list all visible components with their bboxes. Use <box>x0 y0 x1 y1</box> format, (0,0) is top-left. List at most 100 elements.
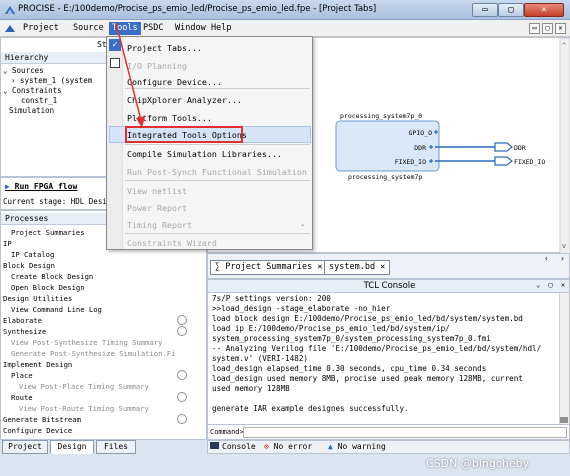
console-line: used memory 128MB <box>212 384 290 393</box>
window-title: PROCISE - E:/100demo/Procise_ps_emio_led… <box>18 4 377 14</box>
command-input[interactable] <box>243 427 567 438</box>
process-item[interactable]: Open Block Design <box>11 282 85 293</box>
process-list: Project Summaries IP IP Catalog Block Desig… <box>1 227 206 439</box>
port-label-ddr: DDR <box>514 144 526 152</box>
console-line: 7s/P settings version: 200 <box>212 294 331 303</box>
status-circle-icon <box>177 370 187 380</box>
console-scrollbar[interactable] <box>559 293 569 424</box>
minimize-button[interactable]: ▭ <box>472 3 498 17</box>
console-line: load_design elapsed_time 0.30 seconds, c… <box>212 364 487 373</box>
tab-no-error[interactable]: ⊗ No error <box>264 441 312 453</box>
status-circle-icon <box>177 414 187 424</box>
pin-label-ddr: DDR <box>414 144 426 152</box>
menu-item[interactable]: Power Report <box>127 199 187 217</box>
menu-item[interactable]: View netlist <box>127 182 187 200</box>
pin-label-fixed-io: FIXED_IO <box>395 158 426 166</box>
menu-window[interactable]: Window <box>172 22 209 35</box>
process-item[interactable]: Generate Post-Synthesize Simulation.Fi <box>11 348 175 359</box>
console-header: TCL Console ⌄ ▢ ✕ <box>207 279 570 293</box>
command-label: Command> <box>210 428 244 436</box>
watermark: CSDN @bingcheby <box>426 457 530 470</box>
process-item[interactable]: View Command Line Log <box>11 304 102 315</box>
annotation-arrow <box>115 22 145 128</box>
console-scroll-thumb[interactable] <box>560 417 568 423</box>
app-menu-icon[interactable] <box>4 23 16 34</box>
process-item[interactable]: Place <box>11 370 33 381</box>
scroll-down-icon[interactable]: v <box>562 242 566 250</box>
chevron-right-icon: › <box>11 76 21 85</box>
process-item[interactable]: Configure Device <box>3 425 72 436</box>
tcl-console-output[interactable]: 7s/P settings version: 200 >>load_design … <box>207 293 570 424</box>
console-line: >>load_design -stage_elaborate -no_hier <box>212 304 391 313</box>
tab-no-warning[interactable]: ▲ No warning <box>328 441 386 453</box>
process-item[interactable]: View Post-Place Timing Summary <box>19 381 149 392</box>
tab-console[interactable]: Console <box>210 441 256 453</box>
close-tab-icon[interactable]: ✕ <box>312 262 322 272</box>
footer-area: CSDN @bingcheby <box>0 454 570 476</box>
port-ddr-shape[interactable] <box>494 142 513 152</box>
process-item[interactable]: Design Utilities <box>3 293 72 304</box>
console-line: system.v' (VERI-1482) <box>212 354 309 363</box>
process-item[interactable]: Create Block Design <box>11 271 93 282</box>
port-label-fixed-io: FIXED_IO <box>514 158 545 166</box>
console-window-controls[interactable]: ⌄ ▢ ✕ <box>536 281 567 289</box>
console-lines: 7s/P settings version: 200 >>load_design … <box>208 293 558 424</box>
console-line: -- Analyzing Verilog file 'E:/100demo/Pr… <box>212 344 542 353</box>
process-item[interactable]: Project Summaries <box>11 227 85 238</box>
mdi-restore-button[interactable]: ▢ <box>542 23 553 34</box>
tree-item-system[interactable]: › system_1 (system <box>11 76 92 86</box>
tab-design[interactable]: Design <box>50 440 94 454</box>
left-tab-bar: Project Design Files <box>0 440 207 454</box>
menu-item[interactable]: Constraints Wizard <box>127 234 217 252</box>
process-item[interactable]: Route <box>11 392 33 403</box>
tree-item-simulation[interactable]: Simulation <box>9 106 54 116</box>
tab-files[interactable]: Files <box>96 440 136 454</box>
console-line: load block design E:/100demo/Procise_ps_… <box>212 314 523 323</box>
menu-item[interactable]: Timing Report <box>127 216 192 234</box>
menu-help[interactable]: Help <box>208 22 234 35</box>
process-item[interactable]: Elaborate <box>3 315 42 326</box>
port-fixed-io-shape[interactable] <box>494 156 513 166</box>
mdi-minimize-button[interactable]: ▭ <box>529 23 540 34</box>
command-row: Command> <box>207 424 570 440</box>
process-item[interactable]: Block Design <box>3 260 55 271</box>
console-line: load ip E:/100demo/Procise_ps_emio_led/b… <box>212 324 450 333</box>
menu-bar: Project Source Tools PSDC Window Help ▭ … <box>0 20 570 37</box>
document-tab-bar: ∑ Project Summaries ✕ system.bd ✕ ‹ › <box>207 253 570 279</box>
console-status-tabs: Console ⊗ No error ▲ No warning <box>207 440 570 454</box>
status-circle-icon <box>177 326 187 336</box>
menu-item[interactable]: Run Post-Synch Functional Simulation <box>127 163 307 181</box>
warning-icon: ▲ <box>328 442 338 451</box>
process-item[interactable]: Generate Bitstream <box>3 414 81 425</box>
process-item[interactable]: View Post-Synthesize Timing Summary <box>11 337 162 348</box>
scroll-left-icon[interactable]: ‹ <box>544 254 549 263</box>
scroll-right-icon[interactable]: › <box>560 254 565 263</box>
menu-project[interactable]: Project <box>20 22 62 35</box>
menu-separator <box>125 180 310 181</box>
tree-item-sources[interactable]: ⌄ Sources <box>3 66 44 76</box>
tree-item-constr[interactable]: constr_1 <box>21 96 57 106</box>
window-titlebar: PROCISE - E:/100demo/Procise_ps_emio_led… <box>0 0 570 20</box>
tree-item-constraints[interactable]: ⌄ Constraints <box>3 86 62 96</box>
process-item[interactable]: View Post-Route Timing Summary <box>19 403 149 414</box>
process-item[interactable]: IP Catalog <box>11 249 54 260</box>
pin-label-gpio: GPIO_O <box>409 129 433 137</box>
run-fpga-flow-link[interactable]: ▶ Run FPGA flow <box>5 182 77 191</box>
tab-project[interactable]: Project <box>2 440 48 454</box>
canvas-scrollbar[interactable] <box>559 38 570 254</box>
process-item[interactable]: IP <box>3 238 12 249</box>
chevron-down-icon: ⌄ <box>3 66 13 75</box>
close-tab-icon[interactable]: ✕ <box>375 262 385 272</box>
block-module-label: processing_system7p <box>348 173 422 181</box>
tab-project-summaries[interactable]: ∑ Project Summaries ✕ <box>210 260 328 275</box>
tab-system-bd[interactable]: system.bd ✕ <box>324 260 391 275</box>
mdi-close-button[interactable]: ✕ <box>555 23 566 34</box>
play-icon: ▶ <box>5 182 15 191</box>
close-button[interactable]: ✕ <box>524 3 564 17</box>
process-item[interactable]: Implement Design <box>3 359 72 370</box>
scroll-up-icon[interactable]: ^ <box>562 42 566 50</box>
menu-item[interactable]: Compile Simulation Libraries... <box>127 145 282 163</box>
process-item[interactable]: Synthesize <box>3 326 46 337</box>
maximize-button[interactable]: ▢ <box>498 3 524 17</box>
error-icon: ⊗ <box>264 442 274 451</box>
